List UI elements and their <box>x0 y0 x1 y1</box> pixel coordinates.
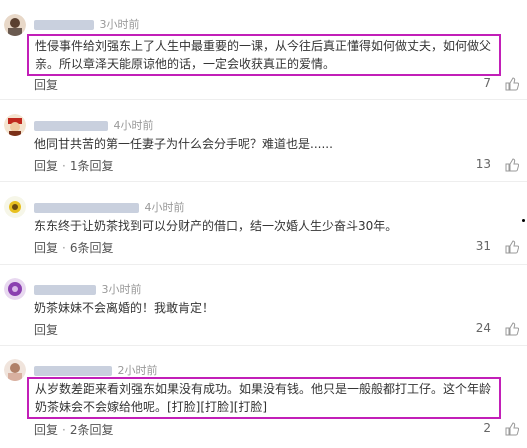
username-blurred[interactable] <box>34 203 139 213</box>
comment-text: 奶茶妹妹不会离婚的！我敢肯定！ <box>34 299 214 317</box>
reply-button[interactable]: 回复 <box>34 159 58 173</box>
comment-time: 3小时前 <box>99 18 140 31</box>
comment-meta: 3小时前 <box>34 281 142 297</box>
avatar[interactable] <box>4 278 26 300</box>
comment-line: 奶茶妹妹不会离婚的！我敢肯定！ <box>34 301 215 315</box>
comment-footer: 回复 24 <box>34 321 527 339</box>
like-count: 24 <box>475 321 491 335</box>
comment-time: 3小时前 <box>101 283 142 296</box>
comment-time: 4小时前 <box>113 119 154 132</box>
reply-button[interactable]: 回复 <box>34 323 58 337</box>
divider <box>0 99 527 100</box>
thumbs-up-icon[interactable] <box>505 240 519 254</box>
reply-button[interactable]: 回复 <box>34 423 58 437</box>
comment-text: 他同甘共苦的第一任妻子为什么会分手呢？难道也是...... <box>34 135 333 153</box>
comment-meta: 2小时前 <box>34 362 158 378</box>
thumbs-up-icon[interactable] <box>505 77 519 91</box>
comment-line: 从岁数差距来看刘强东如果没有成功。如果没有钱。他只是一般般都打工仔。这个年龄 <box>35 382 492 396</box>
comment-meta: 3小时前 <box>34 16 140 32</box>
divider <box>0 264 527 265</box>
like-count: 31 <box>475 239 491 253</box>
username-blurred[interactable] <box>34 20 94 30</box>
stray-dot <box>522 219 525 222</box>
comment-line: 他同甘共苦的第一任妻子为什么会分手呢？难道也是...... <box>34 137 333 151</box>
reply-count-link[interactable]: 6条回复 <box>70 241 114 255</box>
username-blurred[interactable] <box>34 121 108 131</box>
username-blurred[interactable] <box>34 285 96 295</box>
avatar[interactable] <box>4 14 26 36</box>
comment-text: 东东终于让奶茶找到可以分财产的借口，结一次婚人生少奋斗30年。 <box>34 217 397 235</box>
reply-count-link[interactable]: 2条回复 <box>70 423 114 437</box>
reply-button[interactable]: 回复 <box>34 78 58 92</box>
comment-footer: 回复 · 1条回复 13 <box>34 157 527 175</box>
avatar[interactable] <box>4 196 26 218</box>
comment-footer: 回复 · 2条回复 2 <box>34 421 527 439</box>
reply-count-link[interactable]: 1条回复 <box>70 159 114 173</box>
like-count: 13 <box>475 157 491 171</box>
comment-line: 亲。所以章泽天能原谅他的话，一定会收获真正的爱情。 <box>35 57 336 71</box>
comment-line: 东东终于让奶茶找到可以分财产的借口，结一次婚人生少奋斗30年。 <box>34 219 398 233</box>
comment-text-highlighted: 性侵事件给刘强东上了人生中最重要的一课，从今往后真正懂得如何做丈夫，如何做父 亲… <box>27 34 501 76</box>
thumbs-up-icon[interactable] <box>505 322 519 336</box>
avatar[interactable] <box>4 114 26 136</box>
like-count: 7 <box>483 76 491 90</box>
comment-line: 性侵事件给刘强东上了人生中最重要的一课，从今往后真正懂得如何做丈夫，如何做父 <box>35 39 492 53</box>
avatar[interactable] <box>4 359 26 381</box>
username-blurred[interactable] <box>34 366 112 376</box>
divider <box>0 345 527 346</box>
like-count: 2 <box>483 421 491 435</box>
comment-footer: 回复 7 <box>34 76 527 94</box>
comment-text-highlighted: 从岁数差距来看刘强东如果没有成功。如果没有钱。他只是一般般都打工仔。这个年龄 奶… <box>27 377 501 419</box>
comment-meta: 4小时前 <box>34 117 154 133</box>
comment-line: 奶茶妹会不会嫁给他呢。[打脸][打脸][打脸] <box>35 400 268 414</box>
thumbs-up-icon[interactable] <box>505 158 519 172</box>
comment-time: 4小时前 <box>144 201 185 214</box>
comment-meta: 4小时前 <box>34 199 185 215</box>
comment-footer: 回复 · 6条回复 31 <box>34 239 527 257</box>
thumbs-up-icon[interactable] <box>505 422 519 436</box>
comment-time: 2小时前 <box>117 364 158 377</box>
reply-button[interactable]: 回复 <box>34 241 58 255</box>
divider <box>0 181 527 182</box>
